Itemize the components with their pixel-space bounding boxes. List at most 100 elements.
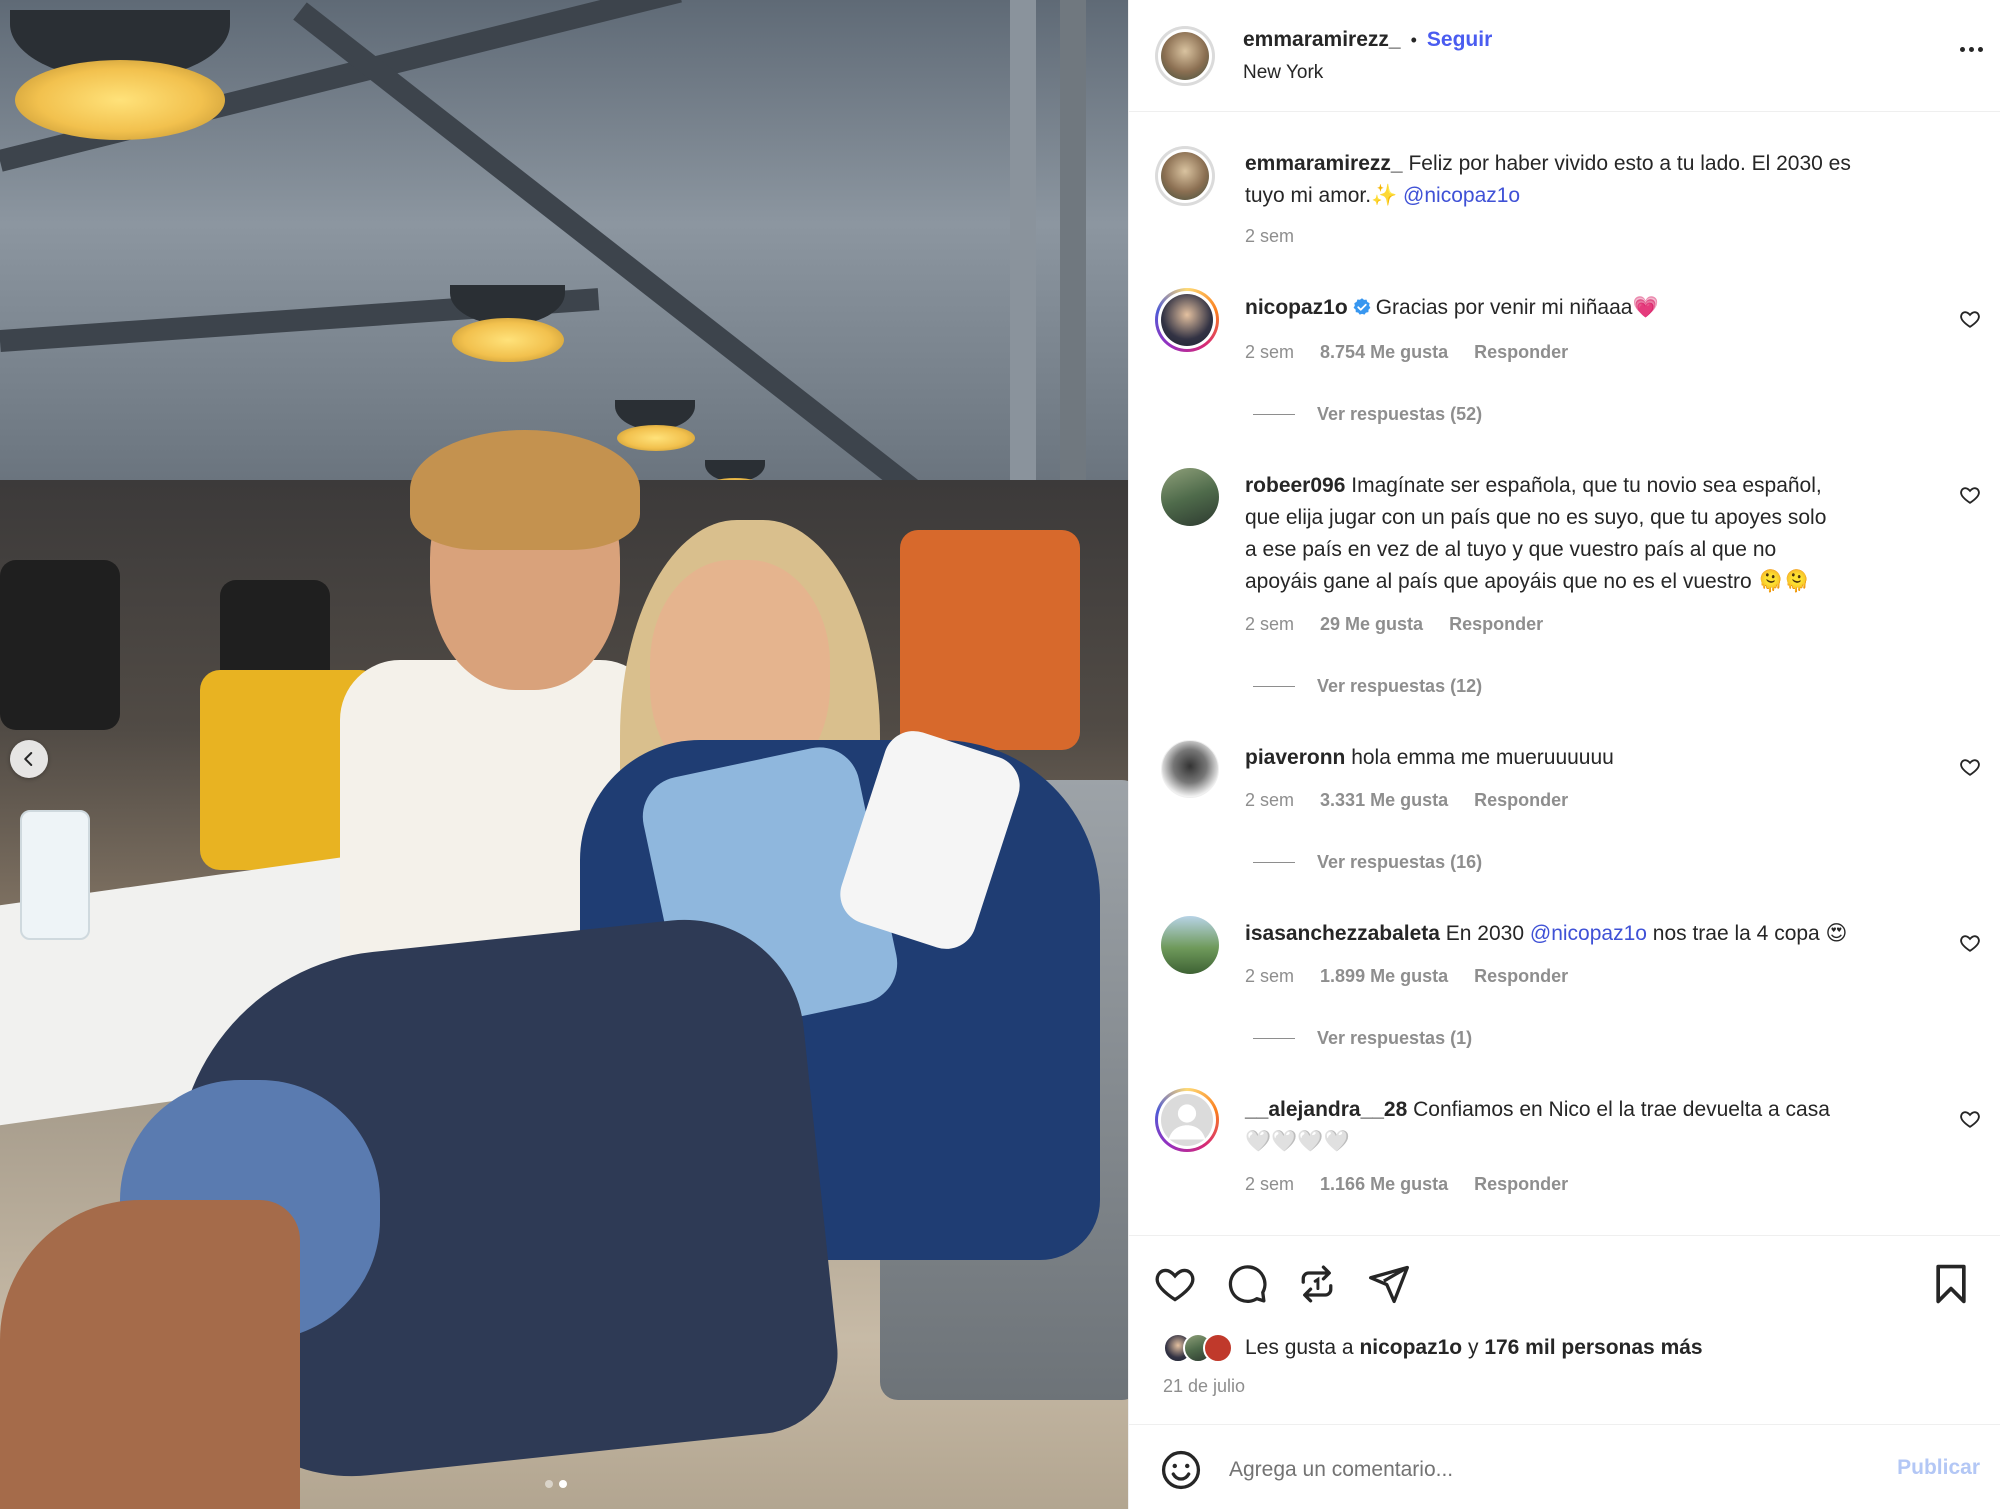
comment-text: a ese país en vez de al tuyo y que vuest…: [1245, 538, 1777, 561]
comment-avatar[interactable]: [1155, 288, 1219, 352]
replies-line: [1253, 1038, 1295, 1039]
comment-like-heart-icon[interactable]: [1959, 932, 1981, 954]
comment-like-heart-icon[interactable]: [1959, 484, 1981, 506]
comment-meta: 2 sem 8.754 Me gusta Responder: [1245, 342, 1568, 363]
post-header: emmaramirezz_ • Seguir New York: [1129, 0, 2000, 112]
caption-username[interactable]: emmaramirezz_: [1245, 152, 1403, 175]
comment-time[interactable]: 2 sem: [1245, 1174, 1294, 1195]
comment-icon[interactable]: [1225, 1262, 1269, 1306]
photo-man-hair: [410, 430, 640, 550]
comment-username[interactable]: isasanchezzabaleta: [1245, 922, 1440, 945]
comment-time[interactable]: 2 sem: [1245, 966, 1294, 987]
comment-avatar[interactable]: [1161, 740, 1219, 798]
view-replies-label: Ver respuestas (52): [1317, 404, 1483, 424]
reply-button[interactable]: Responder: [1474, 966, 1568, 987]
comment-item: __alejandra__28 Confiamos en Nico el la …: [1245, 1094, 1965, 1158]
comment-likes[interactable]: 29 Me gusta: [1320, 614, 1423, 635]
likes-text[interactable]: Les gusta a nicopaz1o y 176 mil personas…: [1245, 1336, 1703, 1360]
author-avatar[interactable]: [1155, 26, 1215, 86]
caption-time[interactable]: 2 sem: [1245, 226, 1294, 247]
instagram-post-view: emmaramirezz_ • Seguir New York emmarami…: [0, 0, 2000, 1509]
comment-like-heart-icon[interactable]: [1959, 756, 1981, 778]
avatar: [1161, 294, 1213, 346]
likes-others[interactable]: 176 mil personas más: [1484, 1336, 1702, 1359]
comment-item: piaveronn hola emma me mueruuuuuu: [1245, 742, 1965, 774]
comment-text: hola emma me mueruuuuuu: [1351, 746, 1614, 769]
view-replies-label: Ver respuestas (16): [1317, 852, 1483, 872]
bookmark-icon[interactable]: [1929, 1262, 1973, 1306]
post-location[interactable]: New York: [1243, 62, 1323, 84]
comment-username[interactable]: piaveronn: [1245, 746, 1345, 769]
comment-username[interactable]: __alejandra__28: [1245, 1098, 1407, 1121]
comment-time[interactable]: 2 sem: [1245, 342, 1294, 363]
reply-button[interactable]: Responder: [1474, 790, 1568, 811]
comment-avatar[interactable]: [1155, 1088, 1219, 1152]
comment-meta: 2 sem 3.331 Me gusta Responder: [1245, 790, 1568, 811]
comment-item: isasanchezzabaleta En 2030 @nicopaz1o no…: [1245, 918, 1965, 950]
carousel-dot: [545, 1480, 553, 1488]
photo-lamp-light: [452, 318, 564, 362]
reply-button[interactable]: Responder: [1474, 342, 1568, 363]
default-avatar: [1161, 1094, 1213, 1146]
share-icon[interactable]: [1367, 1262, 1411, 1306]
comment-likes[interactable]: 8.754 Me gusta: [1320, 342, 1448, 363]
comment-likes[interactable]: 1.166 Me gusta: [1320, 1174, 1448, 1195]
likes-user[interactable]: nicopaz1o: [1359, 1336, 1462, 1359]
author-line: emmaramirezz_ • Seguir: [1243, 28, 1492, 52]
view-replies-button[interactable]: Ver respuestas (12): [1253, 676, 1482, 697]
comment-mention[interactable]: @nicopaz1o: [1530, 922, 1647, 945]
comment-meta: 2 sem 1.899 Me gusta Responder: [1245, 966, 1568, 987]
post-photo[interactable]: [0, 0, 1128, 1509]
carousel-prev-button[interactable]: [10, 740, 48, 778]
repost-icon[interactable]: [1295, 1262, 1339, 1306]
caption-text: Feliz por haber vivido esto a tu lado. E…: [1408, 152, 1851, 175]
replies-line: [1253, 686, 1295, 687]
chevron-left-icon: [24, 752, 33, 766]
avatar: [1161, 32, 1209, 80]
comment-avatar[interactable]: [1161, 916, 1219, 974]
comment-avatar[interactable]: [1161, 468, 1219, 526]
comment-likes[interactable]: 3.331 Me gusta: [1320, 790, 1448, 811]
more-options-button[interactable]: [1953, 34, 1989, 64]
comment-time[interactable]: 2 sem: [1245, 614, 1294, 635]
view-replies-label: Ver respuestas (12): [1317, 676, 1483, 696]
comment-likes[interactable]: 1.899 Me gusta: [1320, 966, 1448, 987]
publish-button[interactable]: Publicar: [1897, 1456, 1980, 1480]
comment-like-heart-icon[interactable]: [1959, 308, 1981, 330]
more-icon-dot: [1968, 46, 1974, 52]
caption-mention[interactable]: @nicopaz1o: [1403, 184, 1520, 207]
view-replies-button[interactable]: Ver respuestas (52): [1253, 404, 1482, 425]
carousel-indicator: [545, 1480, 567, 1488]
divider: [1129, 1235, 2000, 1236]
post-date[interactable]: 21 de julio: [1163, 1376, 1245, 1397]
more-icon: [1959, 46, 1965, 52]
comment-item: nicopaz1o Gracias por venir mi niñaaa💗: [1245, 292, 1945, 324]
post-caption: emmaramirezz_ Feliz por haber vivido est…: [1245, 148, 1945, 212]
view-replies-button[interactable]: Ver respuestas (1): [1253, 1028, 1472, 1049]
liker-avatar: [1203, 1333, 1233, 1363]
photo-lamp-light: [15, 60, 225, 140]
post-side-panel: emmaramirezz_ • Seguir New York emmarami…: [1128, 0, 2000, 1509]
likes-summary: Les gusta a nicopaz1o y 176 mil personas…: [1163, 1333, 1703, 1363]
comment-text: apoyáis gane al país que apoyáis que no …: [1245, 570, 1810, 593]
reply-button[interactable]: Responder: [1449, 614, 1543, 635]
heart-icon[interactable]: [1153, 1262, 1197, 1306]
likes-connector: y: [1467, 1336, 1479, 1359]
caption-avatar[interactable]: [1155, 146, 1215, 206]
divider: [1129, 1424, 2000, 1425]
comment-username[interactable]: nicopaz1o: [1245, 296, 1348, 319]
comment-text: Gracias por venir mi niñaaa💗: [1375, 296, 1659, 319]
avatar: [1161, 152, 1209, 200]
comment-input[interactable]: [1229, 1452, 1849, 1488]
caption-text-2: tuyo mi amor.✨: [1245, 184, 1398, 207]
author-username[interactable]: emmaramirezz_: [1243, 28, 1401, 52]
separator-dot: •: [1410, 29, 1417, 50]
emoji-icon[interactable]: [1159, 1448, 1203, 1492]
follow-button[interactable]: Seguir: [1427, 28, 1492, 52]
comment-like-heart-icon[interactable]: [1959, 1108, 1981, 1130]
comment-username[interactable]: robeer096: [1245, 474, 1345, 497]
comment-text: En 2030: [1445, 922, 1525, 945]
comment-time[interactable]: 2 sem: [1245, 790, 1294, 811]
reply-button[interactable]: Responder: [1474, 1174, 1568, 1195]
view-replies-button[interactable]: Ver respuestas (16): [1253, 852, 1482, 873]
